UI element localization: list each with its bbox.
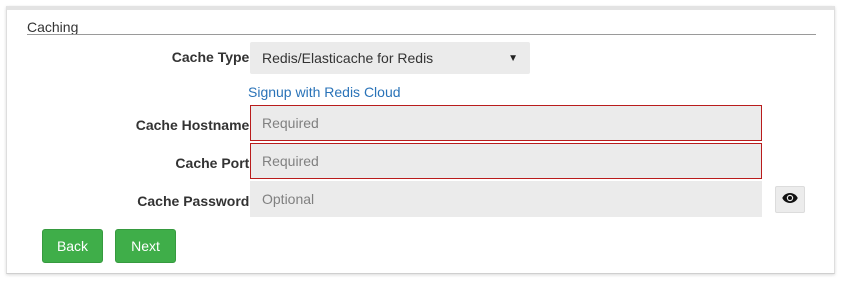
cache-password-placeholder: Optional — [262, 191, 315, 207]
show-password-button[interactable] — [775, 186, 805, 213]
back-button[interactable]: Back — [42, 229, 103, 263]
signup-redis-cloud-link[interactable]: Signup with Redis Cloud — [248, 84, 401, 100]
dropdown-caret-icon: ▼ — [508, 52, 518, 64]
cache-type-value: Redis/Elasticache for Redis — [262, 50, 434, 66]
next-button[interactable]: Next — [115, 229, 176, 263]
cache-port-label: Cache Port: — [175, 155, 254, 171]
cache-password-label: Cache Password: — [137, 193, 254, 209]
caching-card: Caching Cache Type: Redis/Elasticache fo… — [6, 6, 835, 274]
cache-type-select[interactable]: Redis/Elasticache for Redis ▼ — [250, 42, 530, 74]
page: Caching Cache Type: Redis/Elasticache fo… — [0, 0, 843, 285]
cache-port-placeholder: Required — [262, 153, 319, 169]
eye-icon — [782, 191, 798, 209]
cache-hostname-label: Cache Hostname: — [135, 117, 254, 133]
cache-hostname-placeholder: Required — [262, 115, 319, 131]
cache-hostname-input[interactable]: Required — [250, 105, 762, 141]
cache-password-input[interactable]: Optional — [250, 181, 762, 217]
cache-type-label: Cache Type: — [171, 49, 254, 65]
section-title: Caching — [27, 19, 79, 35]
cache-port-input[interactable]: Required — [250, 143, 762, 179]
section-divider — [27, 34, 816, 35]
